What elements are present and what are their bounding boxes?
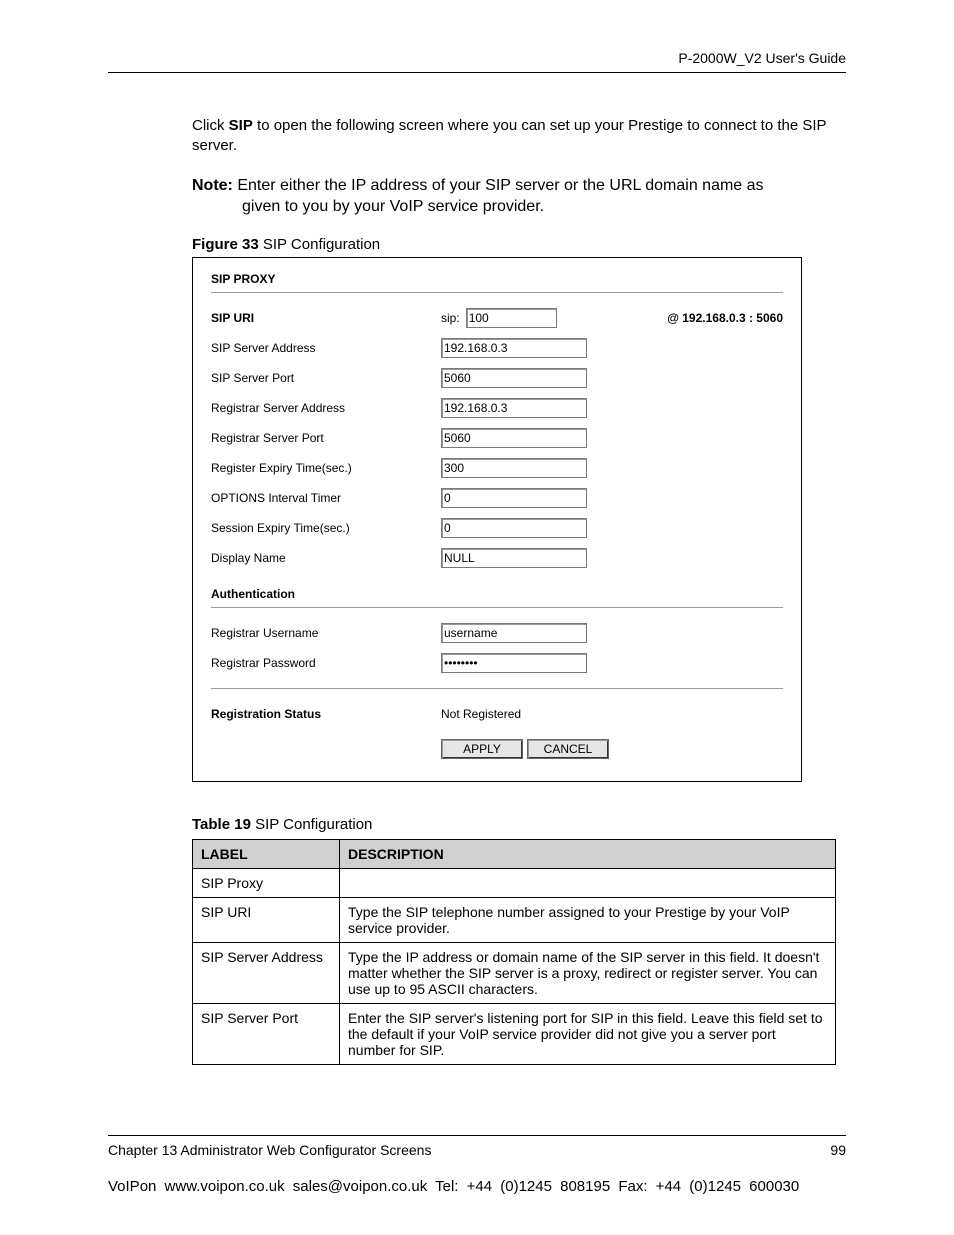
sip-config-table: LABEL DESCRIPTION SIP Proxy SIP URI Type… <box>192 839 836 1065</box>
apply-button[interactable]: APPLY <box>441 739 523 759</box>
table-cell-label: SIP URI <box>193 897 340 942</box>
table-title: SIP Configuration <box>251 816 372 833</box>
authentication-heading: Authentication <box>211 587 783 601</box>
section-rule <box>211 292 783 293</box>
table-row: SIP Server Port Enter the SIP server's l… <box>193 1003 836 1064</box>
sip-config-panel: SIP PROXY SIP URI sip: @ 192.168.0.3 : 5… <box>192 257 802 782</box>
table-header-desc: DESCRIPTION <box>340 839 836 868</box>
table-cell-label: SIP Server Address <box>193 942 340 1003</box>
sip-server-address-label: SIP Server Address <box>211 341 441 355</box>
table-label: Table 19 <box>192 816 251 833</box>
registrar-port-input[interactable] <box>441 428 587 448</box>
figure-label: Figure 33 <box>192 236 259 253</box>
table-caption: Table 19 SIP Configuration <box>192 816 846 833</box>
header-guide: P-2000W_V2 User's Guide <box>108 50 846 66</box>
registrar-password-input[interactable] <box>441 653 587 673</box>
intro-paragraph: Click SIP to open the following screen w… <box>192 116 846 157</box>
figure-title: SIP Configuration <box>259 236 380 253</box>
table-cell-desc: Enter the SIP server's listening port fo… <box>340 1003 836 1064</box>
table-row: SIP URI Type the SIP telephone number as… <box>193 897 836 942</box>
page-footer: Chapter 13 Administrator Web Configurato… <box>108 1128 846 1195</box>
sip-uri-prefix: sip: <box>441 311 460 325</box>
note-line1: Enter either the IP address of your SIP … <box>233 177 764 194</box>
sip-proxy-heading: SIP PROXY <box>211 272 783 286</box>
section-rule <box>211 607 783 608</box>
registrar-port-label: Registrar Server Port <box>211 431 441 445</box>
footer-contact: VoIPon www.voipon.co.uk sales@voipon.co.… <box>108 1178 846 1195</box>
intro-pre: Click <box>192 117 229 134</box>
sip-uri-suffix: @ 192.168.0.3 : 5060 <box>667 311 783 325</box>
table-row: SIP Proxy <box>193 868 836 897</box>
intro-post: to open the following screen where you c… <box>192 117 826 154</box>
registration-status-value: Not Registered <box>441 707 521 721</box>
cancel-button[interactable]: CANCEL <box>527 739 609 759</box>
note-line2: given to you by your VoIP service provid… <box>192 196 846 218</box>
section-rule <box>211 688 783 689</box>
display-name-label: Display Name <box>211 551 441 565</box>
options-timer-label: OPTIONS Interval Timer <box>211 491 441 505</box>
registration-status-label: Registration Status <box>211 707 441 721</box>
options-timer-input[interactable] <box>441 488 587 508</box>
sip-uri-input[interactable] <box>466 308 557 328</box>
intro-bold: SIP <box>229 117 253 134</box>
registrar-address-input[interactable] <box>441 398 587 418</box>
table-cell-desc <box>340 868 836 897</box>
note-label: Note: <box>192 177 233 194</box>
table-cell-desc: Type the IP address or domain name of th… <box>340 942 836 1003</box>
registrar-username-label: Registrar Username <box>211 626 441 640</box>
figure-caption: Figure 33 SIP Configuration <box>192 236 846 253</box>
display-name-input[interactable] <box>441 548 587 568</box>
session-expiry-input[interactable] <box>441 518 587 538</box>
footer-rule <box>108 1135 846 1136</box>
sip-server-address-input[interactable] <box>441 338 587 358</box>
footer-chapter: Chapter 13 Administrator Web Configurato… <box>108 1142 431 1158</box>
register-expiry-input[interactable] <box>441 458 587 478</box>
note-paragraph: Note: Enter either the IP address of you… <box>192 175 846 218</box>
registrar-password-label: Registrar Password <box>211 656 441 670</box>
sip-uri-label: SIP URI <box>211 311 441 325</box>
table-header-label: LABEL <box>193 839 340 868</box>
table-header-row: LABEL DESCRIPTION <box>193 839 836 868</box>
table-cell-label: SIP Server Port <box>193 1003 340 1064</box>
session-expiry-label: Session Expiry Time(sec.) <box>211 521 441 535</box>
sip-server-port-input[interactable] <box>441 368 587 388</box>
sip-server-port-label: SIP Server Port <box>211 371 441 385</box>
table-cell-desc: Type the SIP telephone number assigned t… <box>340 897 836 942</box>
footer-page-number: 99 <box>830 1142 846 1158</box>
table-row: SIP Server Address Type the IP address o… <box>193 942 836 1003</box>
register-expiry-label: Register Expiry Time(sec.) <box>211 461 441 475</box>
registrar-address-label: Registrar Server Address <box>211 401 441 415</box>
registrar-username-input[interactable] <box>441 623 587 643</box>
table-cell-label: SIP Proxy <box>193 868 340 897</box>
